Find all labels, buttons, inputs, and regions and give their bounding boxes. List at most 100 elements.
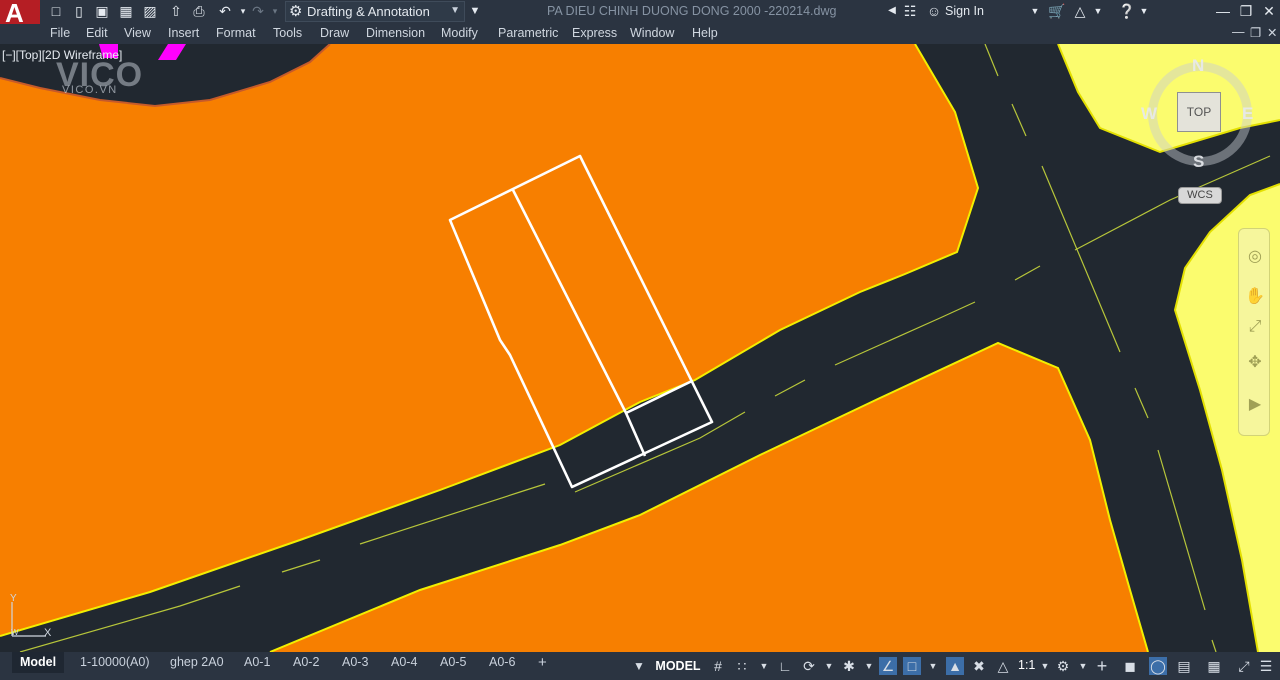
menu-bar: File Edit View Insert Format Tools Draw … — [0, 24, 1280, 44]
navigation-bar: ◎ ✋ ⤢ ✥ ▶ — [1238, 228, 1270, 436]
menu-file[interactable]: File — [50, 26, 70, 40]
hardware-acceleration-icon[interactable]: ▤ — [1175, 657, 1193, 675]
pan-icon[interactable]: ✋ — [1245, 287, 1265, 307]
binoculars-icon[interactable]: ☷ — [902, 3, 918, 19]
customize-quick-access-icon[interactable]: ▼ — [467, 3, 483, 19]
ucs-menu[interactable]: WCS — [1178, 187, 1222, 204]
ucs-w-label: W — [11, 628, 19, 637]
watermark-site: VICO.VN — [62, 84, 118, 96]
redo-icon[interactable]: ↷ — [250, 3, 266, 19]
ortho-icon[interactable]: ∟ — [776, 657, 794, 675]
workspace-switcher[interactable]: ⚙ Drafting & Annotation ▼ — [285, 1, 465, 22]
drawing-canvas[interactable] — [0, 44, 1280, 652]
tab-model[interactable]: Model — [12, 652, 65, 673]
search-back-icon[interactable]: ◀ — [884, 3, 900, 19]
application-menu-button[interactable]: A — [0, 0, 40, 28]
snap-dropdown-icon[interactable]: ▼ — [755, 657, 773, 675]
model-space-button[interactable]: MODEL — [654, 656, 702, 676]
title-bar: A □ ▯ ▣ ▦ ▨ ⇧ ⎙ ↶ ▾ ↷ ▾ ⚙ Drafting & Ann… — [0, 0, 1280, 28]
compass-east[interactable]: E — [1242, 104, 1253, 124]
steering-wheel-icon[interactable]: ◎ — [1245, 247, 1265, 267]
object-snap-icon[interactable]: □ — [903, 657, 921, 675]
doc-minimize-icon[interactable]: — — [1232, 25, 1245, 39]
polar-tracking-icon[interactable]: ⟳ — [800, 657, 818, 675]
auto-scale-icon[interactable]: ✖ — [970, 657, 988, 675]
annotation-scale-icon[interactable]: △ — [994, 657, 1012, 675]
save-as-icon[interactable]: ▦ — [118, 3, 134, 19]
doc-restore-icon[interactable]: ❐ — [1250, 25, 1261, 40]
tab-layout-a0-2[interactable]: A0-2 — [285, 652, 327, 673]
polar-dropdown-icon[interactable]: ▼ — [820, 657, 838, 675]
customize-status-icon[interactable]: ▼ — [630, 657, 648, 675]
fullscreen-icon[interactable]: ⤢ — [1235, 657, 1253, 675]
menu-dimension[interactable]: Dimension — [366, 26, 425, 40]
drawing-viewport[interactable]: [−][Top][2D Wireframe] VICO VICO.VN N S … — [0, 44, 1280, 652]
close-icon[interactable]: ✕ — [1261, 3, 1277, 19]
clean-screen-icon[interactable]: ▦ — [1205, 657, 1223, 675]
help-icon[interactable]: ❔ — [1118, 3, 1135, 19]
sign-in-dropdown-icon[interactable]: ▼ — [1027, 3, 1043, 19]
help-dropdown-icon[interactable]: ▼ — [1136, 3, 1152, 19]
isodraft-dropdown-icon[interactable]: ▼ — [860, 657, 878, 675]
sign-in-link[interactable]: Sign In — [945, 4, 984, 18]
tab-layout-a0-1[interactable]: A0-1 — [236, 652, 278, 673]
units-icon[interactable]: ◼ — [1121, 657, 1139, 675]
undo-icon[interactable]: ↶ — [217, 3, 233, 19]
connect-icon[interactable]: △ — [1072, 3, 1088, 19]
isolate-objects-icon[interactable]: ◯ — [1149, 657, 1167, 675]
redo-dropdown-icon[interactable]: ▾ — [267, 3, 283, 19]
user-icon[interactable]: ☺ — [926, 3, 942, 19]
cart-icon[interactable]: 🛒 — [1048, 3, 1065, 19]
doc-close-icon[interactable]: ✕ — [1267, 25, 1277, 40]
menu-express[interactable]: Express — [572, 26, 617, 40]
tab-layout-a0-6[interactable]: A0-6 — [481, 652, 523, 673]
annotation-scale-value[interactable]: 1:1 — [1018, 658, 1035, 672]
save-icon[interactable]: ▣ — [94, 3, 110, 19]
menu-insert[interactable]: Insert — [168, 26, 199, 40]
menu-help[interactable]: Help — [692, 26, 718, 40]
annotation-monitor-icon[interactable]: + — [1093, 657, 1111, 675]
object-snap-tracking-icon[interactable]: ∠ — [879, 657, 897, 675]
status-menu-icon[interactable]: ☰ — [1257, 657, 1275, 675]
tab-layout-a0-5[interactable]: A0-5 — [432, 652, 474, 673]
ucs-y-label: Y — [10, 593, 17, 604]
menu-tools[interactable]: Tools — [273, 26, 302, 40]
workspace-dropdown-icon[interactable]: ▼ — [1074, 657, 1092, 675]
new-icon[interactable]: □ — [48, 3, 64, 19]
menu-draw[interactable]: Draw — [320, 26, 349, 40]
plot-icon[interactable]: ⎙ — [191, 3, 207, 19]
restore-icon[interactable]: ❐ — [1238, 3, 1254, 19]
snap-icon[interactable]: ∷ — [733, 657, 751, 675]
menu-modify[interactable]: Modify — [441, 26, 478, 40]
grid-icon[interactable]: # — [709, 657, 727, 675]
tab-layout-a0-4[interactable]: A0-4 — [383, 652, 425, 673]
tab-layout-a0-3[interactable]: A0-3 — [334, 652, 376, 673]
tab-layout-ghep-2a0[interactable]: ghep 2A0 — [162, 652, 232, 673]
document-title: PA DIEU CHINH DUONG DONG 2000 -220214.dw… — [547, 4, 837, 18]
showmotion-icon[interactable]: ▶ — [1245, 395, 1265, 415]
connect-dropdown-icon[interactable]: ▼ — [1090, 3, 1106, 19]
menu-window[interactable]: Window — [630, 26, 674, 40]
orbit-icon[interactable]: ✥ — [1245, 353, 1265, 373]
open-icon[interactable]: ▯ — [71, 3, 87, 19]
menu-view[interactable]: View — [124, 26, 151, 40]
scale-dropdown-icon[interactable]: ▼ — [1036, 657, 1054, 675]
compass-west[interactable]: W — [1141, 104, 1157, 124]
object-snap-dropdown-icon[interactable]: ▼ — [924, 657, 942, 675]
menu-parametric[interactable]: Parametric — [498, 26, 558, 40]
tab-layout-1-10000[interactable]: 1-10000(A0) — [72, 652, 158, 673]
minimize-icon[interactable]: — — [1215, 3, 1231, 19]
menu-format[interactable]: Format — [216, 26, 256, 40]
annotation-visibility-icon[interactable]: ▲ — [946, 657, 964, 675]
zoom-extents-icon[interactable]: ⤢ — [1245, 317, 1265, 337]
compass-south[interactable]: S — [1193, 152, 1204, 172]
web-save-icon[interactable]: ▨ — [142, 3, 158, 19]
add-layout-icon[interactable]: + — [530, 652, 555, 673]
viewcube-top-face[interactable]: TOP — [1177, 92, 1221, 132]
menu-edit[interactable]: Edit — [86, 26, 108, 40]
compass-north[interactable]: N — [1192, 56, 1204, 76]
isodraft-icon[interactable]: ✱ — [840, 657, 858, 675]
upload-icon[interactable]: ⇧ — [168, 3, 184, 19]
workspace-gear-icon[interactable]: ⚙ — [1054, 657, 1072, 675]
undo-dropdown-icon[interactable]: ▾ — [235, 3, 251, 19]
